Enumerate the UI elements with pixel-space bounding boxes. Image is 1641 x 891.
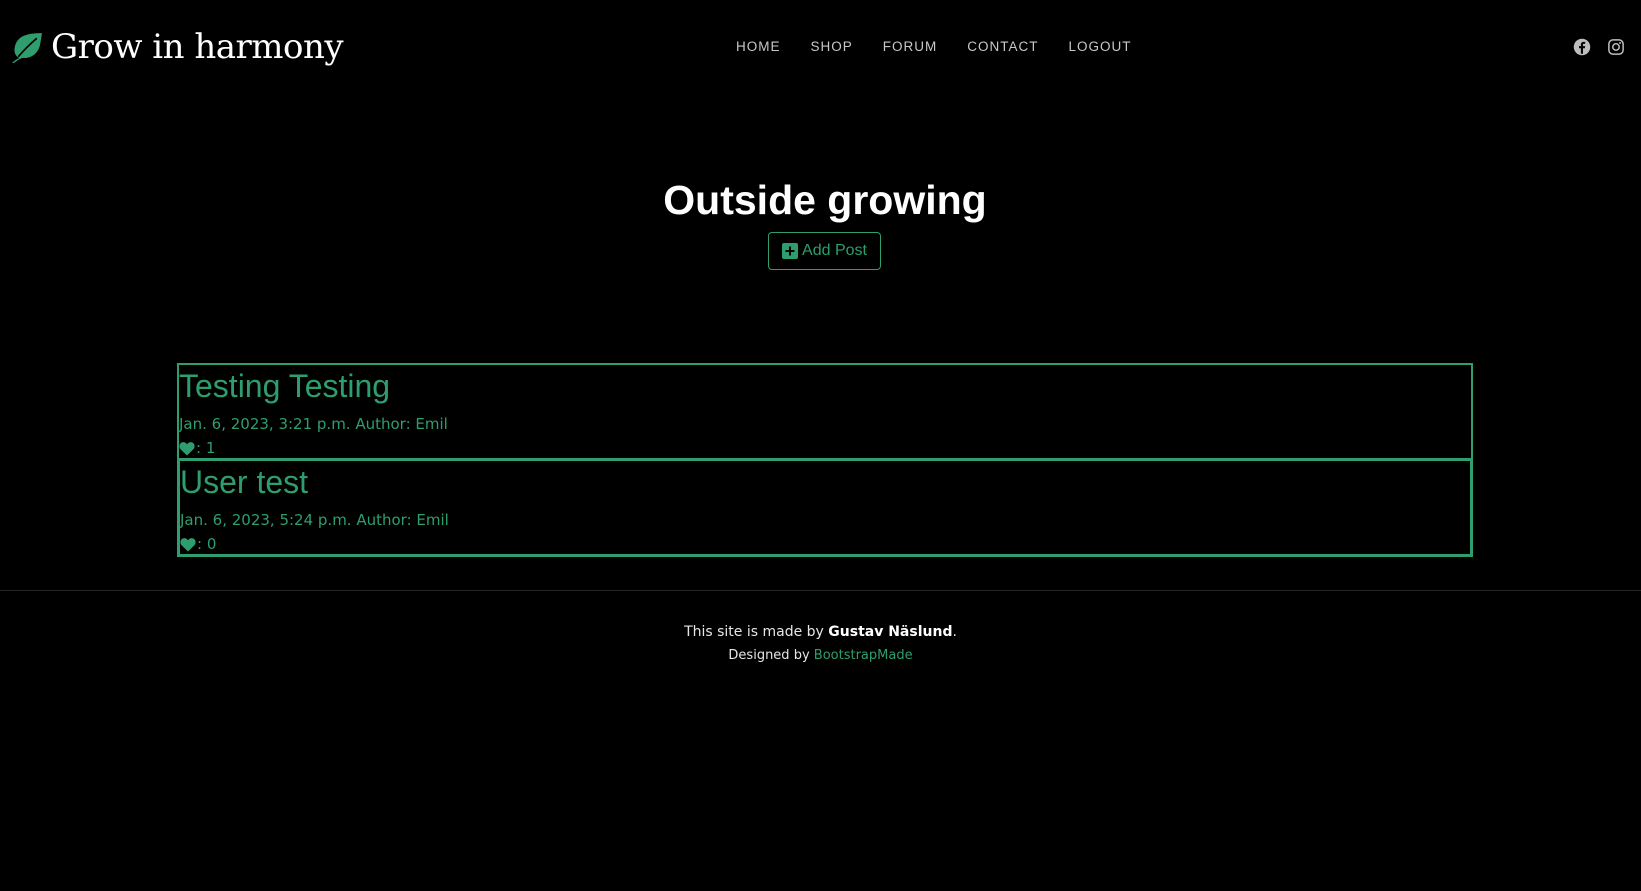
site-footer: This site is made by Gustav Näslund. Des… [0, 590, 1641, 666]
post-meta: Jan. 6, 2023, 5:24 p.m. Author: Emil [180, 511, 449, 529]
nav-logout[interactable]: LOGOUT [1069, 38, 1132, 56]
heart-icon [179, 441, 195, 455]
plus-square-icon [782, 243, 799, 259]
heart-icon [180, 537, 196, 551]
nav-forum[interactable]: FORUM [883, 38, 938, 56]
post-likes: : 0 [180, 532, 1468, 556]
credit-suffix: . [952, 624, 957, 640]
footer-credit: This site is made by Gustav Näslund. [0, 621, 1641, 643]
post-card[interactable]: Testing Testing Jan. 6, 2023, 3:21 p.m. … [177, 363, 1473, 461]
social-links [1557, 38, 1625, 56]
footer-designed-by: Designed by BootstrapMade [0, 646, 1641, 666]
author-name: Gustav Näslund [828, 624, 953, 640]
add-post-button[interactable]: Add Post [768, 232, 881, 270]
post-title[interactable]: Testing Testing [179, 366, 1469, 406]
nav-shop[interactable]: SHOP [811, 38, 853, 56]
main-nav: HOME SHOP FORUM CONTACT LOGOUT [736, 38, 1132, 56]
nav-contact[interactable]: CONTACT [967, 38, 1038, 56]
bootstrapmade-link[interactable]: BootstrapMade [814, 648, 913, 663]
instagram-link[interactable] [1591, 38, 1625, 56]
likes-count: : 0 [197, 535, 217, 553]
post-title[interactable]: User test [180, 462, 1468, 502]
add-post-label: Add Post [802, 242, 867, 259]
leaf-icon [12, 32, 42, 63]
designed-prefix: Designed by [728, 648, 814, 663]
credit-prefix: This site is made by [684, 624, 829, 640]
post-meta: Jan. 6, 2023, 3:21 p.m. Author: Emil [179, 415, 448, 433]
nav-home[interactable]: HOME [736, 38, 781, 56]
post-list: Testing Testing Jan. 6, 2023, 3:21 p.m. … [177, 363, 1473, 557]
likes-count: : 1 [196, 439, 216, 457]
site-title: Grow in harmony [51, 27, 344, 67]
post-likes: : 1 [179, 436, 1469, 460]
facebook-link[interactable] [1557, 38, 1591, 56]
post-card[interactable]: User test Jan. 6, 2023, 5:24 p.m. Author… [177, 458, 1473, 557]
site-logo[interactable]: Grow in harmony [10, 26, 344, 68]
facebook-icon [1573, 38, 1591, 56]
instagram-icon [1608, 39, 1624, 55]
site-header: Grow in harmony HOME SHOP FORUM CONTACT … [0, 0, 1641, 96]
page-title: Outside growing [663, 177, 987, 223]
